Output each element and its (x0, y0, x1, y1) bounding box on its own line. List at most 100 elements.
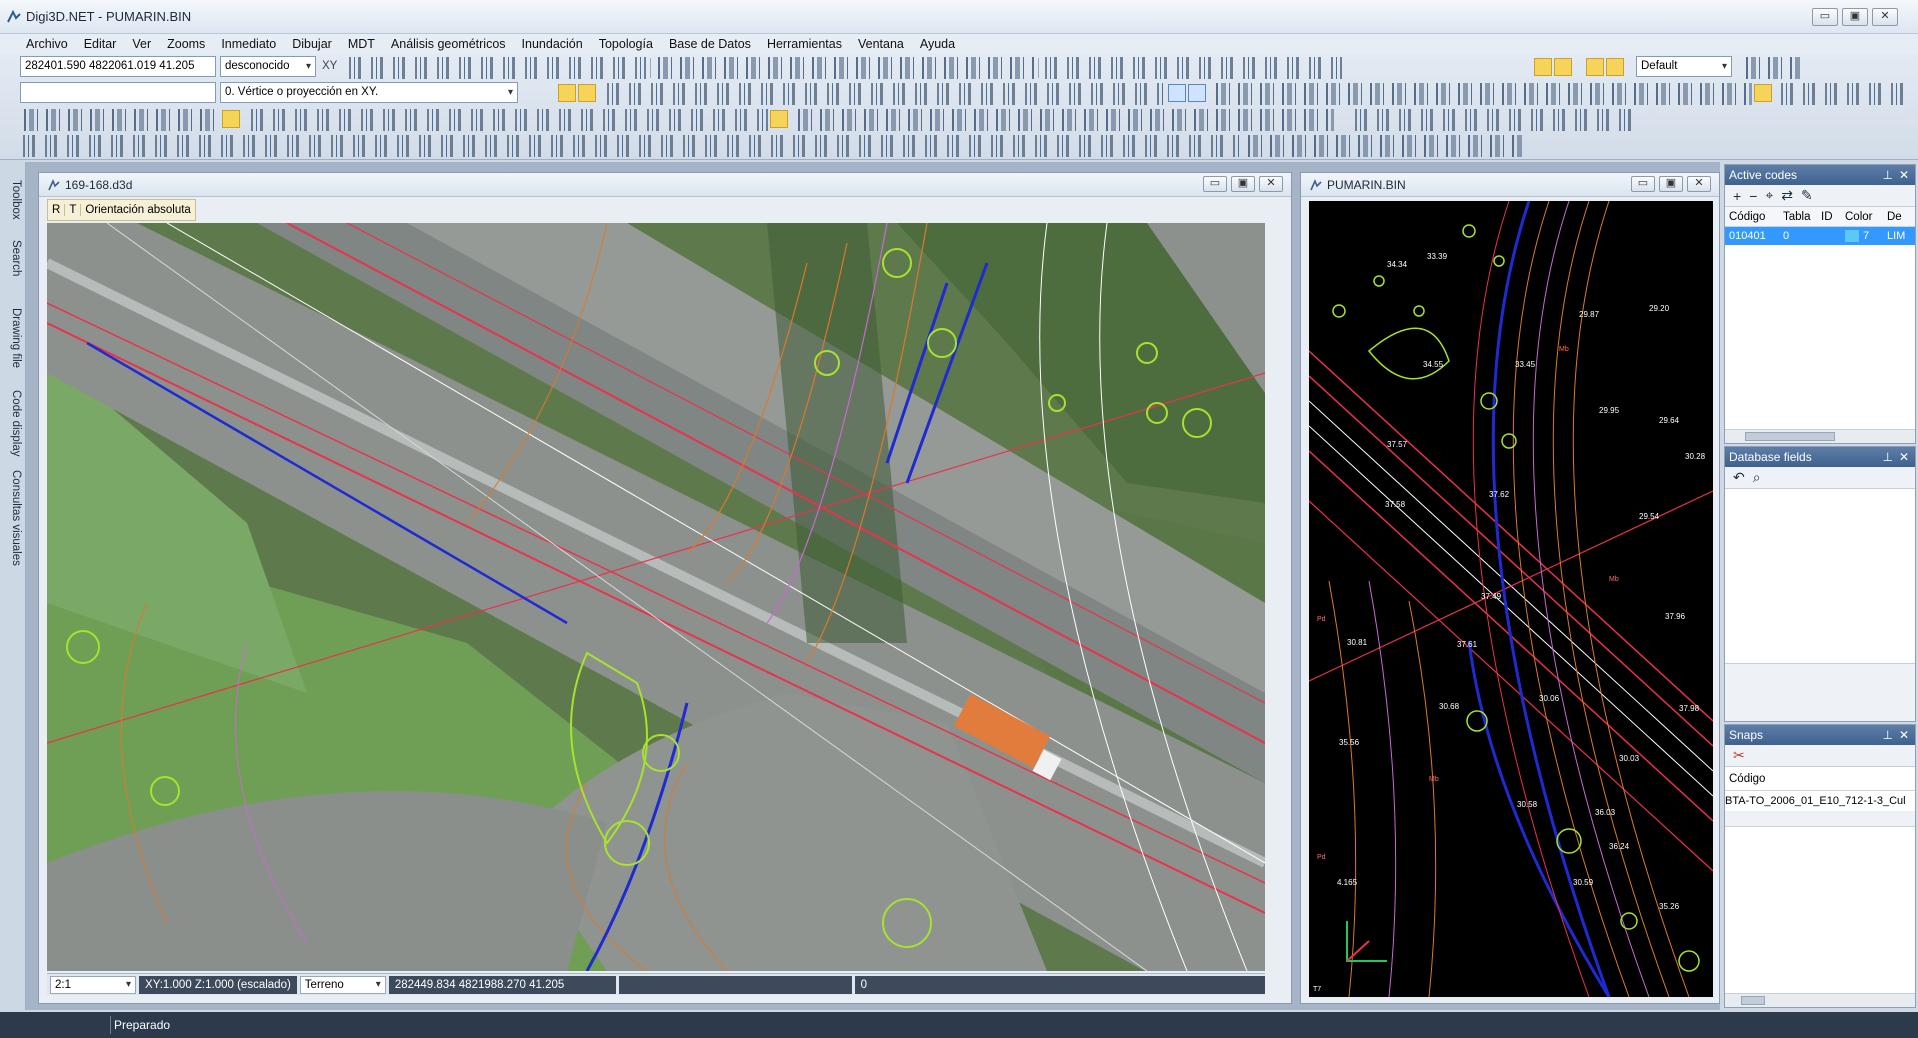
geometry-tools-icons[interactable] (604, 83, 1164, 105)
command-field[interactable] (20, 82, 216, 103)
search-icon[interactable]: ⌕ (1753, 469, 1761, 486)
elevation-label: 30.28 (1685, 452, 1706, 461)
close-icon[interactable]: ✕ (1899, 447, 1909, 467)
scale-select[interactable]: 2:1 (50, 975, 137, 994)
arrow-tools-icons[interactable] (1778, 83, 1908, 105)
close-button[interactable]: ✕ (1872, 8, 1898, 26)
find-code-icon[interactable]: ⌖ (1765, 187, 1773, 204)
menu-inmediato[interactable]: Inmediato (213, 37, 284, 51)
column-id[interactable]: ID (1817, 207, 1841, 226)
snaps-scrollbar[interactable] (1725, 993, 1915, 1007)
menu-zooms[interactable]: Zooms (159, 37, 213, 51)
photo-view-minimize-button[interactable]: ▭ (1203, 176, 1227, 192)
close-icon[interactable]: ✕ (1899, 165, 1909, 185)
t-toggle-button[interactable]: T (65, 204, 82, 216)
elevation-label: 29.20 (1649, 304, 1670, 313)
minimize-button[interactable]: ▭ (1812, 8, 1838, 26)
code-label: Pd (1317, 616, 1326, 623)
projection-snap-icon[interactable] (578, 84, 596, 102)
menu-ventana[interactable]: Ventana (850, 37, 912, 51)
elevation-label: 4.165 (1337, 878, 1358, 887)
orthophoto-canvas[interactable] (47, 223, 1265, 971)
active-codes-panel: Active codes ⊥ ✕ + − ⌖ ⇄ ✎ Código Tabla … (1724, 164, 1916, 444)
database-tools-icons[interactable] (1244, 135, 1524, 157)
pin-icon[interactable]: ⊥ (1883, 165, 1893, 185)
vector-canvas[interactable]: 34.34 33.39 29.87 29.20 34.55 33.45 29.9… (1309, 201, 1713, 997)
utility-tools-icons[interactable] (1352, 109, 1632, 131)
photo-view-title: 169-168.d3d (65, 178, 133, 192)
column-codigo[interactable]: Código (1725, 207, 1779, 226)
undo-icon[interactable]: ↶ (1733, 469, 1745, 486)
layer-select[interactable]: desconocido (220, 56, 316, 77)
pin-icon[interactable]: ⊥ (1883, 725, 1893, 745)
menu-topologia[interactable]: Topología (591, 37, 661, 51)
select-tool-icon[interactable] (1168, 84, 1186, 102)
menu-editar[interactable]: Editar (76, 37, 125, 51)
r-toggle-button[interactable]: R (48, 204, 66, 216)
tab-search[interactable]: Search (4, 240, 22, 276)
counter: 0 (854, 975, 1265, 994)
photo-view-close-button[interactable]: ✕ (1259, 176, 1283, 192)
add-code-icon[interactable]: + (1733, 188, 1741, 204)
tab-consultas-visuales[interactable]: Consultas visuales (4, 470, 22, 566)
tab-code-display[interactable]: Code display (4, 390, 22, 456)
menu-inundacion[interactable]: Inundación (514, 37, 591, 51)
photo-view-maximize-button[interactable]: ▣ (1231, 176, 1255, 192)
maximize-button[interactable]: ▣ (1842, 8, 1868, 26)
xy-label: XY (322, 60, 338, 72)
menu-archivo[interactable]: Archivo (18, 37, 76, 51)
active-codes-scrollbar[interactable] (1725, 429, 1915, 443)
vector-view-maximize-button[interactable]: ▣ (1659, 176, 1683, 192)
column-de[interactable]: De (1883, 207, 1913, 226)
edit-code-icon[interactable]: ✎ (1801, 187, 1813, 204)
elevation-label: 30.06 (1539, 694, 1560, 703)
coordinates-field[interactable]: 282401.590 4822061.019 41.205 (20, 56, 216, 77)
snap-toggle-icon[interactable] (1534, 58, 1552, 76)
menu-dibujar[interactable]: Dibujar (284, 37, 340, 51)
snaps-column-codigo[interactable]: Código (1725, 767, 1915, 791)
tab-drawing-file[interactable]: Drawing file (4, 308, 22, 368)
layer-icon[interactable] (1586, 58, 1604, 76)
snaps-row-separator (1725, 811, 1915, 827)
analysis-tools-icons[interactable] (20, 135, 1240, 157)
menu-base-de-datos[interactable]: Base de Datos (661, 37, 759, 51)
pin-icon[interactable]: ⊥ (1883, 447, 1893, 467)
tab-toolbox[interactable]: Toolbox (4, 180, 22, 220)
text-tools-icons[interactable] (20, 109, 220, 131)
vector-view-close-button[interactable]: ✕ (1687, 176, 1711, 192)
zoom-tools-icons[interactable] (654, 57, 1034, 79)
text-style-icon[interactable] (222, 110, 240, 128)
status-bar: Preparado (0, 1012, 1918, 1038)
shape-tools-icons[interactable] (794, 109, 1334, 131)
column-tabla[interactable]: Tabla (1779, 207, 1817, 226)
lasso-tool-icon[interactable] (1188, 84, 1206, 102)
star-snap-icon[interactable] (1754, 84, 1772, 102)
snap-delete-icon[interactable]: ✂ (1733, 747, 1745, 764)
style-select[interactable]: Default (1636, 56, 1732, 77)
misc-tools-icons[interactable] (1742, 57, 1802, 79)
close-icon[interactable]: ✕ (1899, 725, 1909, 745)
vertex-snap-icon[interactable] (558, 84, 576, 102)
construction-tools-icons[interactable] (1212, 83, 1752, 105)
menu-herramientas[interactable]: Herramientas (759, 37, 850, 51)
swap-code-icon[interactable]: ⇄ (1781, 187, 1793, 204)
column-color[interactable]: Color (1841, 207, 1883, 226)
terrain-select[interactable]: Terreno (299, 975, 386, 994)
snap-mode-icon[interactable] (1554, 58, 1572, 76)
tin-tools-icons[interactable] (248, 109, 768, 131)
highlight-tool-icon[interactable] (770, 110, 788, 128)
menu-analisis-geometricos[interactable]: Análisis geométricos (383, 37, 514, 51)
menu-ver[interactable]: Ver (124, 37, 159, 51)
table-row[interactable]: 010401 0 7 LIM (1725, 227, 1915, 245)
list-item[interactable]: BTA-TO_2006_01_E10_712-1-3_Cul (1725, 791, 1915, 811)
elevation-label: 37.96 (1665, 612, 1686, 621)
draw-tools-icons[interactable] (346, 57, 646, 79)
snap-select[interactable]: 0. Vértice o proyección en XY. (220, 82, 518, 103)
vector-view-minimize-button[interactable]: ▭ (1631, 176, 1655, 192)
edit-tools-icons[interactable] (1042, 57, 1342, 79)
snaps-title: Snaps (1729, 728, 1764, 742)
remove-code-icon[interactable]: − (1749, 188, 1757, 204)
menu-mdt[interactable]: MDT (340, 37, 383, 51)
layer-mode-icon[interactable] (1606, 58, 1624, 76)
menu-ayuda[interactable]: Ayuda (912, 37, 963, 51)
